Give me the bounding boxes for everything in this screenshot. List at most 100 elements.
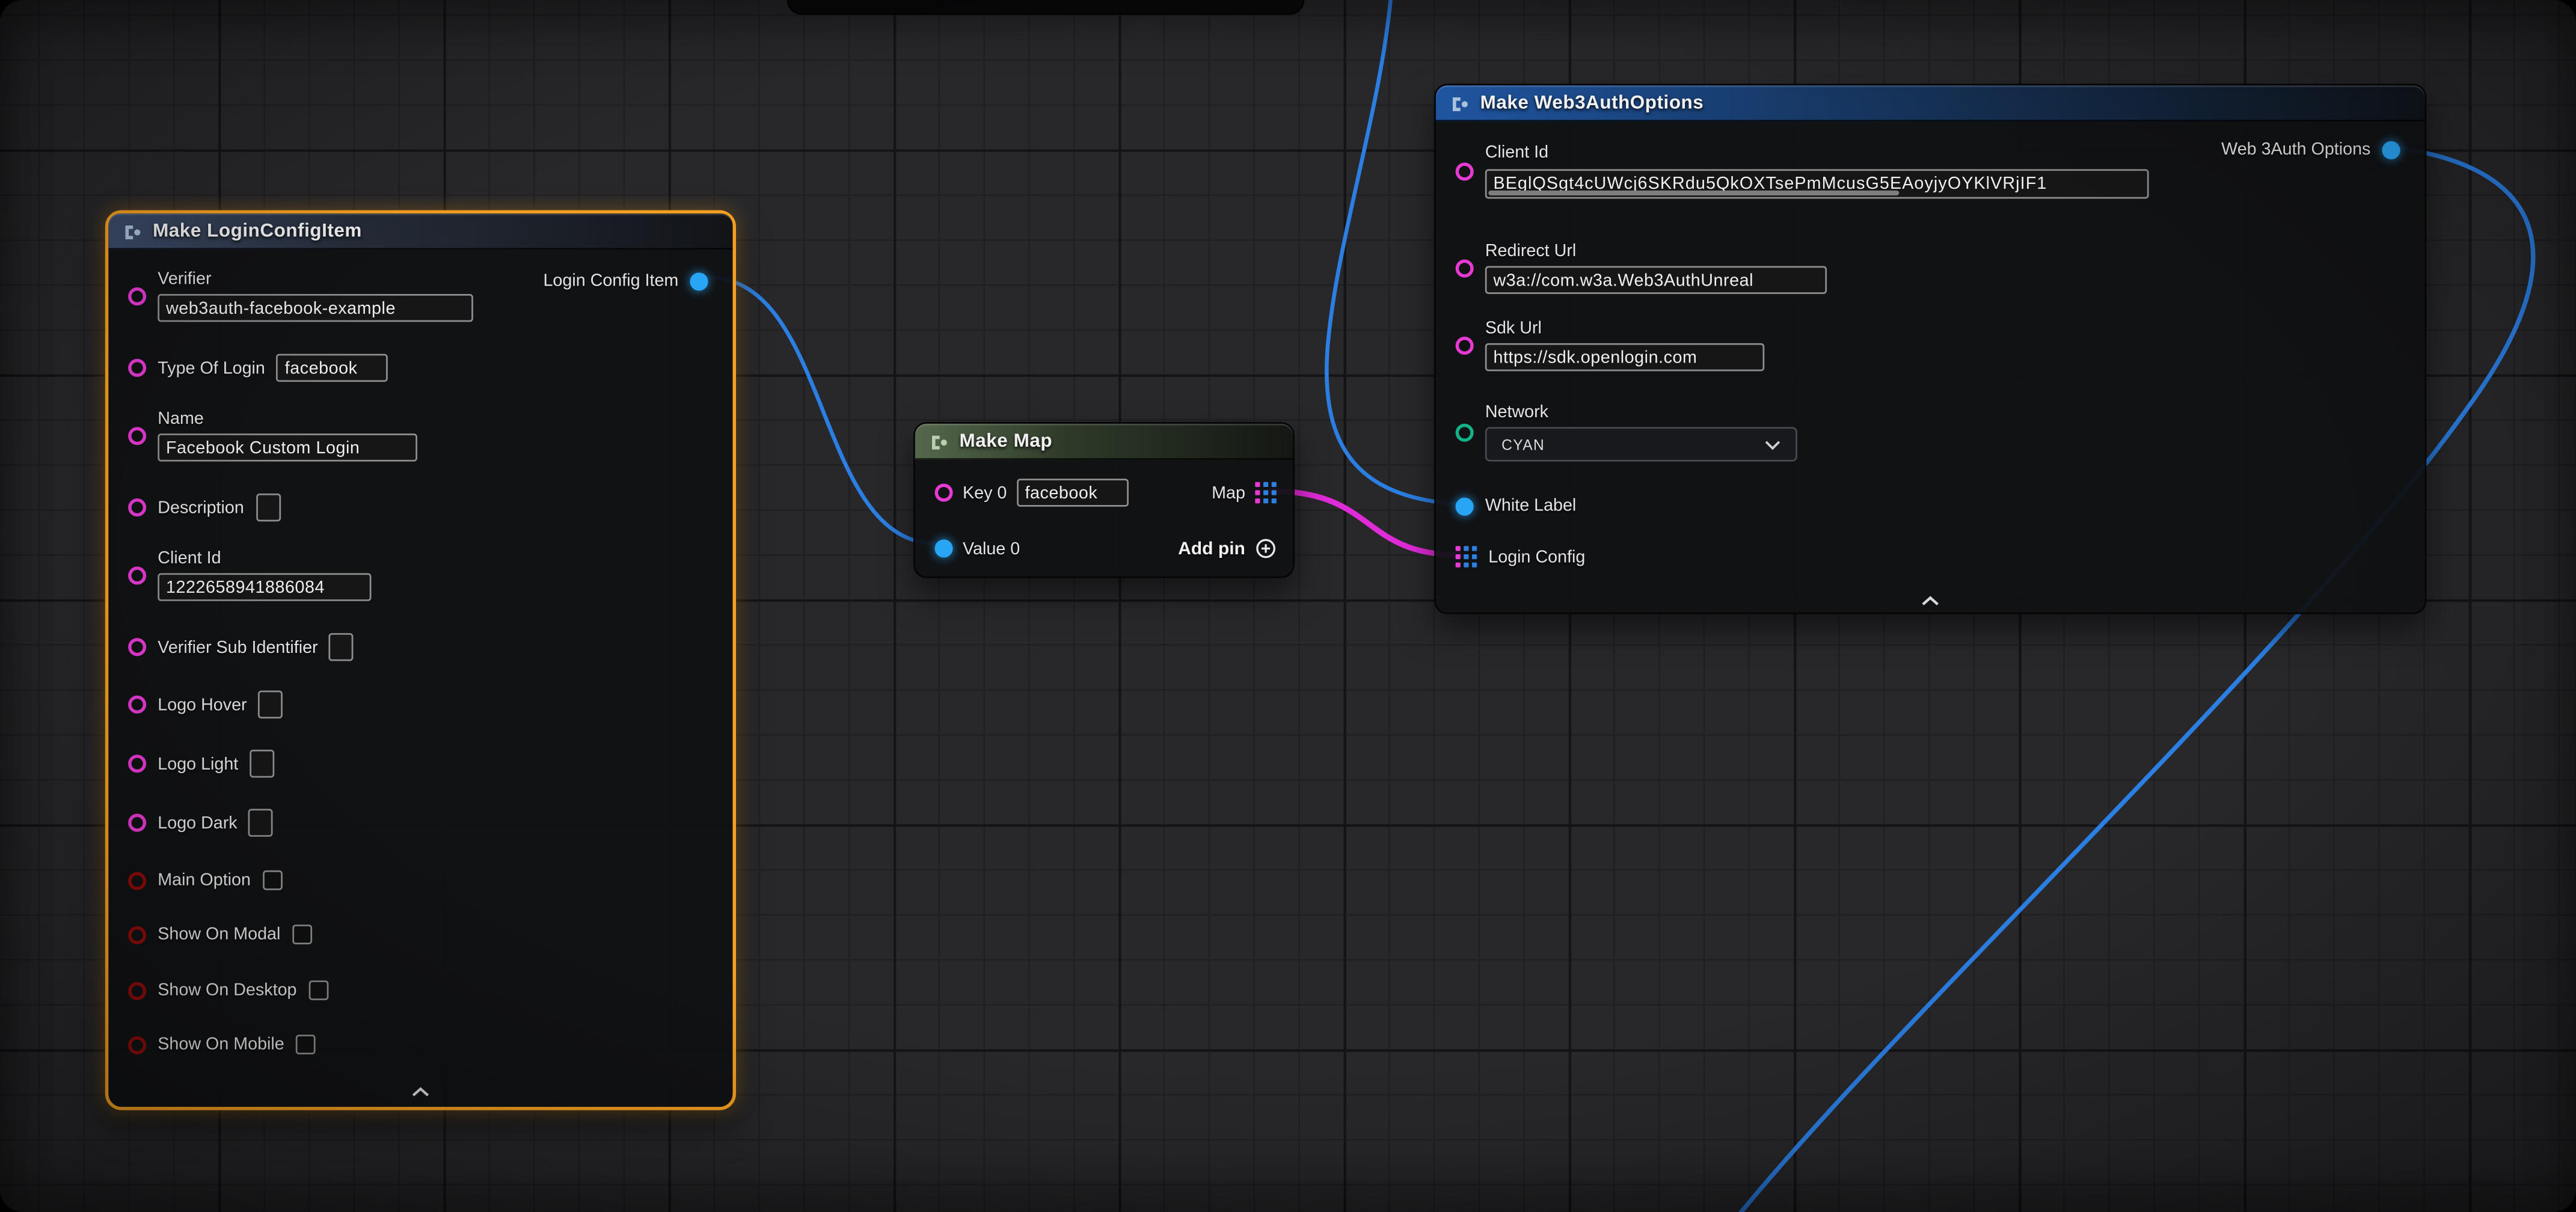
- logo-hover-input[interactable]: [259, 691, 283, 718]
- key-0-input[interactable]: [1017, 479, 1129, 506]
- network-selected-value: CYAN: [1501, 436, 1545, 452]
- pin-web3auth-options-output[interactable]: [2382, 141, 2400, 159]
- logo-dark-input[interactable]: [249, 809, 274, 836]
- pin-logo-dark[interactable]: [128, 814, 146, 832]
- node-title: Make LoginConfigItem: [153, 222, 362, 242]
- collapse-node-button[interactable]: [1904, 584, 1957, 615]
- pin-label: Verifier Sub Identifier: [158, 637, 317, 657]
- pin-description[interactable]: [128, 498, 146, 516]
- pin-row-login-config-item-output: Login Config Item: [543, 271, 708, 291]
- pin-label: Logo Dark: [158, 813, 237, 833]
- pin-label: Show On Desktop: [158, 981, 296, 1000]
- node-header[interactable]: Make Map: [915, 424, 1293, 460]
- pin-label: Logo Hover: [158, 695, 247, 715]
- pin-row-client-id: Client Id: [1456, 143, 2149, 199]
- network-select[interactable]: CYAN: [1485, 427, 1797, 461]
- pin-row-sdk-url: Sdk Url: [1456, 319, 1765, 371]
- pin-type-of-login[interactable]: [128, 359, 146, 377]
- pin-value-0[interactable]: [935, 539, 953, 557]
- type-of-login-input[interactable]: [277, 354, 388, 382]
- redirect-url-input[interactable]: [1485, 266, 1827, 294]
- show-on-modal-checkbox[interactable]: [292, 925, 312, 944]
- pin-label: Description: [158, 498, 244, 518]
- blueprint-editor-window: Make LoginConfigItem Login Config Item V…: [0, 0, 2576, 1212]
- pin-label: Key 0: [963, 483, 1007, 503]
- pin-label: Map: [1212, 483, 1245, 503]
- pin-label: Name: [158, 409, 204, 429]
- pin-label: Show On Modal: [158, 925, 280, 944]
- pin-label: Main Option: [158, 871, 251, 890]
- pin-map-output[interactable]: [1255, 482, 1277, 504]
- pin-row-type-of-login: Type Of Login: [128, 354, 388, 382]
- pin-logo-light[interactable]: [128, 754, 146, 773]
- client-id-input[interactable]: [158, 573, 371, 601]
- pin-show-on-modal[interactable]: [128, 925, 146, 943]
- pin-label: Web 3Auth Options: [2221, 139, 2370, 159]
- make-map-icon: [928, 431, 950, 453]
- add-pin-button[interactable]: Add pin: [1178, 538, 1277, 560]
- blueprint-graph-canvas[interactable]: Make LoginConfigItem Login Config Item V…: [0, 0, 2576, 1212]
- pin-row-show-on-mobile: Show On Mobile: [128, 1035, 316, 1054]
- pin-row-verifier-sub-identifier: Verifier Sub Identifier: [128, 633, 354, 661]
- node-title: Make Web3AuthOptions: [1480, 94, 1704, 114]
- pin-network[interactable]: [1456, 423, 1474, 441]
- pin-redirect-url[interactable]: [1456, 259, 1474, 277]
- pin-label: Show On Mobile: [158, 1035, 284, 1054]
- pin-label: Network: [1485, 402, 1548, 422]
- pin-row-network: Network CYAN: [1456, 402, 1797, 461]
- pin-verifier[interactable]: [128, 287, 146, 305]
- pin-label: Redirect Url: [1485, 242, 1576, 262]
- pin-login-config-item-output[interactable]: [690, 272, 708, 290]
- node-header[interactable]: Make LoginConfigItem: [108, 213, 732, 249]
- wire-loginconfigitem-to-value0[interactable]: [708, 278, 937, 544]
- pin-logo-hover[interactable]: [128, 696, 146, 714]
- client-id-field: [1485, 168, 2149, 199]
- node-title: Make Map: [960, 432, 1053, 451]
- pin-row-logo-dark: Logo Dark: [128, 809, 274, 836]
- node-header[interactable]: Make Web3AuthOptions: [1436, 85, 2425, 121]
- pin-white-label[interactable]: [1456, 497, 1474, 515]
- pin-label: Logo Light: [158, 754, 238, 774]
- pin-verifier-sub-identifier[interactable]: [128, 638, 146, 656]
- pin-sdk-url[interactable]: [1456, 336, 1474, 354]
- pin-row-main-option: Main Option: [128, 871, 282, 890]
- node-make-map[interactable]: Make Map Key 0 Map: [913, 422, 1295, 578]
- pin-row-redirect-url: Redirect Url: [1456, 242, 1827, 294]
- description-input[interactable]: [256, 494, 280, 521]
- input-horizontal-scrollbar[interactable]: [1488, 191, 1900, 195]
- pin-row-white-label: White Label: [1456, 496, 1577, 516]
- pin-show-on-mobile[interactable]: [128, 1035, 146, 1053]
- pin-label: Login Config: [1488, 547, 1585, 567]
- pin-label: Type Of Login: [158, 358, 265, 378]
- pin-key-0[interactable]: [935, 483, 953, 501]
- offscreen-node-top-edge[interactable]: [787, 0, 1305, 15]
- node-make-web3authoptions[interactable]: Make Web3AuthOptions Web 3Auth Options C…: [1434, 84, 2426, 614]
- sdk-url-input[interactable]: [1485, 343, 1764, 371]
- pin-label: Value 0: [963, 539, 1020, 559]
- pin-name[interactable]: [128, 426, 146, 444]
- node-make-loginconfigitem[interactable]: Make LoginConfigItem Login Config Item V…: [105, 210, 736, 1110]
- pin-row-web3auth-options-output: Web 3Auth Options: [2221, 139, 2400, 159]
- pin-show-on-desktop[interactable]: [128, 981, 146, 999]
- pin-row-verifier: Verifier: [128, 269, 473, 322]
- collapse-node-button[interactable]: [394, 1075, 447, 1106]
- verifier-input[interactable]: [158, 294, 473, 322]
- pin-main-option[interactable]: [128, 871, 146, 889]
- show-on-desktop-checkbox[interactable]: [308, 981, 328, 1000]
- pin-row-show-on-desktop: Show On Desktop: [128, 981, 328, 1000]
- main-option-checkbox[interactable]: [262, 871, 282, 890]
- pin-label: Verifier: [158, 269, 211, 289]
- pin-client-id[interactable]: [1456, 162, 1474, 180]
- pin-login-config[interactable]: [1456, 546, 1477, 568]
- pin-label: Client Id: [1485, 143, 1548, 163]
- pin-row-login-config: Login Config: [1456, 546, 1586, 568]
- logo-light-input[interactable]: [250, 750, 274, 777]
- pin-row-show-on-modal: Show On Modal: [128, 925, 311, 944]
- verifier-sub-identifier-input[interactable]: [330, 633, 354, 661]
- add-pin-label: Add pin: [1178, 539, 1245, 559]
- make-struct-icon: [121, 221, 143, 242]
- pin-client-id[interactable]: [128, 566, 146, 584]
- name-input[interactable]: [158, 433, 417, 461]
- chevron-down-icon: [1764, 439, 1780, 449]
- show-on-mobile-checkbox[interactable]: [296, 1035, 316, 1054]
